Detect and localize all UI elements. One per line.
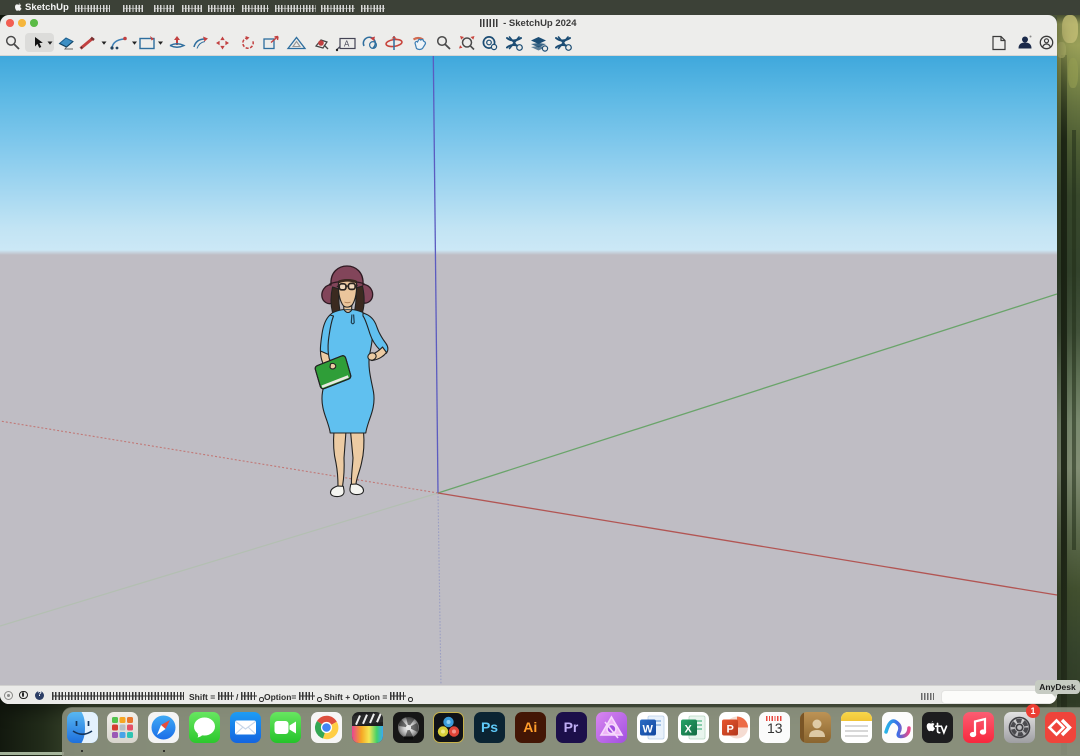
svg-text:A: A xyxy=(344,40,350,49)
svg-text:X: X xyxy=(684,724,692,736)
svg-text:W: W xyxy=(643,724,654,736)
svg-text:P: P xyxy=(726,724,733,736)
